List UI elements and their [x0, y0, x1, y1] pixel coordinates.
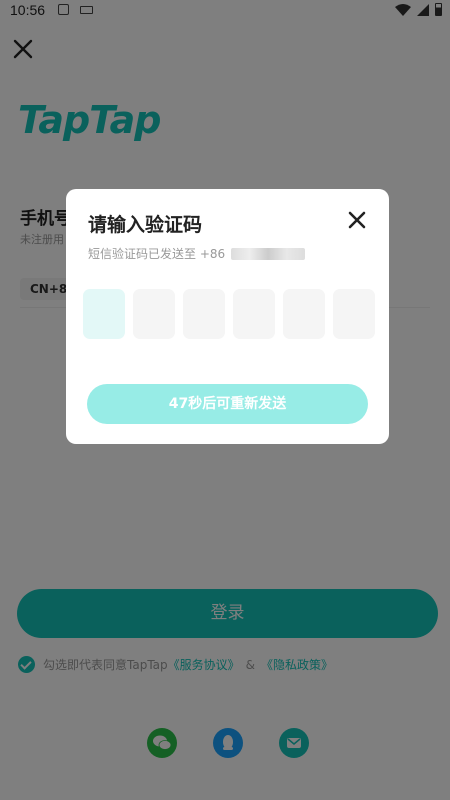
code-box-3[interactable] [183, 289, 225, 339]
dialog-subtitle: 短信验证码已发送至 +86 [88, 245, 306, 262]
verification-dialog: 请输入验证码 短信验证码已发送至 +86 47秒后可重新发送 [66, 189, 389, 444]
close-icon[interactable] [347, 210, 367, 230]
dialog-title: 请输入验证码 [88, 214, 203, 236]
code-box-6[interactable] [333, 289, 375, 339]
resend-button[interactable]: 47秒后可重新发送 [87, 384, 368, 424]
code-box-2[interactable] [133, 289, 175, 339]
code-box-4[interactable] [233, 289, 275, 339]
code-box-1[interactable] [83, 289, 125, 339]
code-input-group[interactable] [83, 289, 375, 339]
code-box-5[interactable] [283, 289, 325, 339]
sms-sent-text: 短信验证码已发送至 +86 [88, 247, 226, 261]
masked-phone-number [231, 247, 306, 260]
